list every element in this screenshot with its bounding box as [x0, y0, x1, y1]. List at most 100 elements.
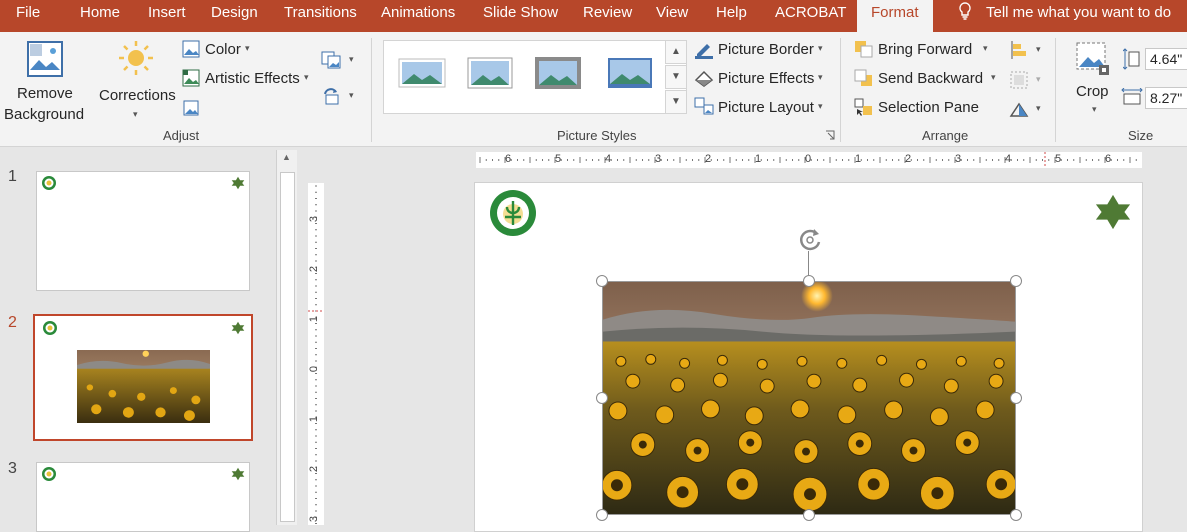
height-input[interactable]: 4.64"	[1145, 48, 1187, 70]
chevron-down-icon[interactable]: ▾	[1036, 74, 1041, 85]
chevron-down-icon[interactable]: ▾	[349, 54, 354, 65]
slide-number: 2	[8, 314, 17, 331]
change-picture-icon[interactable]	[320, 86, 342, 106]
picture-layout-button[interactable]: Picture Layout ▾	[693, 96, 833, 120]
artistic-effects-label: Artistic Effects	[205, 70, 300, 87]
size-group-label: Size	[1128, 128, 1154, 143]
gallery-scroll-up-button[interactable]: ▲	[665, 40, 687, 64]
reset-picture-icon[interactable]	[181, 98, 201, 118]
ruler-label: 0	[308, 365, 321, 373]
picture-style-thumb[interactable]	[466, 55, 514, 91]
picture-border-button[interactable]: Picture Border ▾	[693, 38, 833, 62]
tab-acrobat[interactable]: ACROBAT	[775, 0, 846, 28]
slide-canvas[interactable]	[474, 182, 1143, 532]
group-objects-icon[interactable]	[1009, 70, 1029, 90]
tab-animations[interactable]: Animations	[381, 0, 455, 28]
picture-border-label: Picture Border	[718, 41, 814, 58]
tab-format[interactable]: Format	[857, 0, 933, 32]
resize-handle-top-left[interactable]	[596, 275, 608, 287]
tell-me-text: Tell me what you want to do	[986, 4, 1172, 21]
shape-height-icon	[1123, 48, 1140, 70]
tab-slide-show[interactable]: Slide Show	[483, 0, 558, 28]
tab-design[interactable]: Design	[211, 0, 258, 28]
group-divider	[1055, 38, 1056, 142]
slide-thumbnail-3[interactable]	[36, 462, 250, 532]
tab-file[interactable]: File	[16, 0, 40, 28]
remove-bg-label-2: Background	[4, 106, 85, 123]
chevron-down-icon: ▾	[245, 43, 250, 53]
scrollbar-thumb[interactable]	[280, 172, 295, 522]
color-button[interactable]: Color ▾	[180, 38, 260, 62]
selection-pane-button[interactable]: Selection Pane	[853, 96, 983, 120]
picture-style-thumb[interactable]	[398, 55, 446, 91]
chevron-down-icon: ▾	[304, 72, 309, 82]
picture-layout-icon	[694, 97, 714, 115]
slide-thumbnail-1[interactable]	[36, 171, 250, 291]
group-divider	[840, 38, 841, 142]
tell-me-search[interactable]: Tell me what you want to do	[958, 0, 1171, 28]
rotate-handle-icon[interactable]	[795, 225, 825, 255]
star-icon	[231, 176, 245, 190]
compress-pictures-icon[interactable]	[320, 50, 342, 70]
width-input[interactable]: 8.27"	[1145, 87, 1187, 109]
ruler-label: 2	[308, 465, 321, 473]
remove-bg-label-1: Remove	[17, 85, 73, 102]
ruler-label: 5	[555, 153, 562, 165]
bring-forward-icon	[855, 41, 873, 58]
bring-forward-button[interactable]: Bring Forward ▾	[853, 38, 995, 62]
resize-handle-bottom[interactable]	[803, 509, 815, 521]
selection-pane-icon	[854, 98, 872, 116]
ruler-label: 0	[805, 153, 812, 165]
sunflower-picture[interactable]	[601, 280, 1017, 515]
artistic-effects-button[interactable]: Artistic Effects ▾	[180, 67, 315, 91]
star-icon	[231, 467, 245, 481]
tab-help[interactable]: Help	[716, 0, 747, 28]
chevron-down-icon[interactable]: ▾	[1036, 44, 1041, 55]
lightbulb-icon	[959, 2, 971, 20]
picture-style-thumb[interactable]	[534, 55, 582, 91]
resize-handle-right[interactable]	[1010, 392, 1022, 404]
remove-background-button[interactable]: Remove Background	[2, 36, 86, 123]
slide-thumbnail-2[interactable]	[33, 314, 253, 441]
ruler-label: 3	[308, 215, 321, 223]
remove-background-icon	[27, 41, 63, 77]
chevron-down-icon: ▾	[1092, 104, 1097, 114]
tab-transitions[interactable]: Transitions	[284, 0, 357, 28]
sunflower-photo	[601, 280, 1017, 514]
shape-width-icon	[1121, 88, 1143, 105]
picture-style-thumb[interactable]	[606, 55, 654, 91]
color-icon	[182, 40, 200, 58]
artistic-effects-icon	[182, 69, 200, 87]
resize-handle-left[interactable]	[596, 392, 608, 404]
chevron-down-icon[interactable]: ▾	[349, 90, 354, 101]
corrections-button[interactable]: Corrections ▾	[96, 36, 178, 122]
resize-handle-bottom-left[interactable]	[596, 509, 608, 521]
rotate-icon[interactable]	[1009, 99, 1029, 119]
scroll-up-icon[interactable]: ▲	[282, 152, 291, 162]
gallery-scroll-down-button[interactable]: ▼	[665, 65, 687, 89]
thumbnail-scrollbar[interactable]: ▲	[276, 150, 297, 525]
university-logo-icon	[42, 176, 56, 190]
align-icon[interactable]	[1009, 40, 1029, 60]
resize-handle-top-right[interactable]	[1010, 275, 1022, 287]
crop-button[interactable]: Crop ▾	[1068, 38, 1118, 122]
group-divider	[371, 38, 372, 142]
resize-handle-bottom-right[interactable]	[1010, 509, 1022, 521]
picture-effects-label: Picture Effects	[718, 70, 815, 87]
picture-effects-button[interactable]: Picture Effects ▾	[693, 67, 833, 91]
chevron-down-icon[interactable]: ▾	[1036, 103, 1041, 114]
ruler-label: 2	[705, 153, 712, 165]
dialog-launcher-icon[interactable]	[825, 130, 835, 140]
sunflower-photo-thumbnail	[77, 350, 210, 423]
gallery-more-button[interactable]: ▼	[665, 90, 687, 114]
resize-handle-top[interactable]	[803, 275, 815, 287]
chevron-down-icon: ▾	[991, 72, 996, 82]
send-backward-button[interactable]: Send Backward ▾	[853, 67, 1003, 91]
ruler-label: 5	[1055, 153, 1062, 165]
tab-insert[interactable]: Insert	[148, 0, 186, 28]
corrections-label: Corrections	[99, 87, 176, 104]
tab-review[interactable]: Review	[583, 0, 632, 28]
tab-view[interactable]: View	[656, 0, 688, 28]
tab-home[interactable]: Home	[80, 0, 120, 28]
slide-number: 1	[8, 168, 17, 185]
